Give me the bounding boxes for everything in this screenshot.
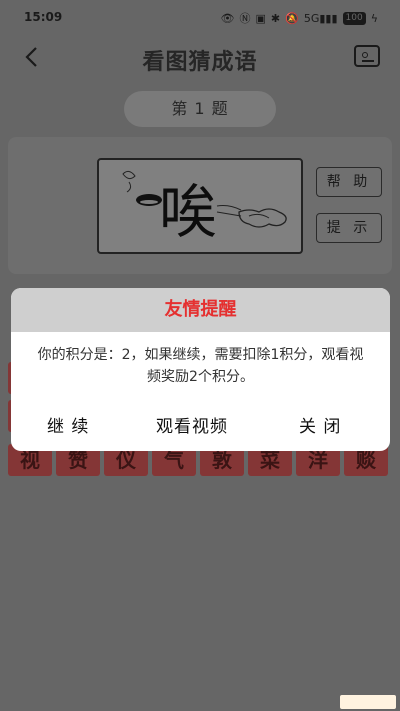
watermark-logo bbox=[340, 695, 396, 709]
close-button[interactable]: 关 闭 bbox=[299, 412, 341, 437]
watch-video-button[interactable]: 观看视频 bbox=[156, 412, 228, 437]
continue-button[interactable]: 继 续 bbox=[47, 412, 89, 437]
dialog-message: 你的积分是：2，如果继续，需要扣除1积分，观看视频奖励2个积分。 bbox=[37, 347, 364, 385]
modal-overlay: 友情提醒 你的积分是：2，如果继续，需要扣除1积分，观看视频奖励2个积分。 继 … bbox=[0, 0, 400, 711]
dialog-actions: 继 续 观看视频 关 闭 bbox=[11, 412, 390, 442]
reminder-dialog: 友情提醒 你的积分是：2，如果继续，需要扣除1积分，观看视频奖励2个积分。 继 … bbox=[11, 288, 390, 451]
dialog-title: 友情提醒 bbox=[11, 288, 390, 332]
